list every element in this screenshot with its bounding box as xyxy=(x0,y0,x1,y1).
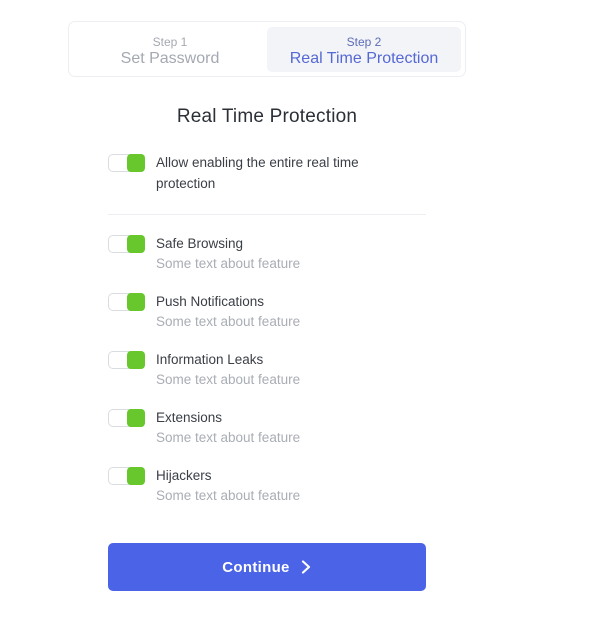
toggle-knob xyxy=(127,293,145,311)
feature-title: Information Leaks xyxy=(156,352,264,367)
feature-text: Extensions Some text about feature xyxy=(156,407,416,448)
toggle-knob xyxy=(127,235,145,253)
toggle-knob xyxy=(127,409,145,427)
hijackers-toggle[interactable] xyxy=(108,467,145,485)
feature-text: Hijackers Some text about feature xyxy=(156,465,416,506)
page-title: Real Time Protection xyxy=(176,106,358,127)
toggle-knob xyxy=(127,351,145,369)
feature-description: Some text about feature xyxy=(156,256,301,271)
step-label: Set Password xyxy=(120,50,220,67)
feature-description: Some text about feature xyxy=(156,314,301,329)
master-toggle-label: Allow enabling the entire real time prot… xyxy=(156,155,359,191)
extensions-toggle[interactable] xyxy=(108,409,145,427)
feature-text: Safe Browsing Some text about feature xyxy=(156,233,416,274)
feature-title: Extensions xyxy=(156,410,223,425)
feature-title: Safe Browsing xyxy=(156,236,244,251)
chevron-right-icon xyxy=(300,560,312,574)
step-real-time-protection[interactable]: Step 2 Real Time Protection xyxy=(267,27,461,72)
step-set-password[interactable]: Step 1 Set Password xyxy=(74,27,266,72)
master-toggle[interactable] xyxy=(108,154,145,172)
divider xyxy=(108,214,426,215)
feature-description: Some text about feature xyxy=(156,430,301,445)
toggle-knob xyxy=(127,467,145,485)
step-label: Real Time Protection xyxy=(289,50,439,67)
continue-label: Continue xyxy=(222,558,290,576)
stepper: Step 1 Set Password Step 2 Real Time Pro… xyxy=(68,21,466,77)
toggle-knob xyxy=(127,154,145,172)
feature-text: Information Leaks Some text about featur… xyxy=(156,349,416,390)
step-number: Step 1 xyxy=(152,35,188,49)
feature-description: Some text about feature xyxy=(156,372,301,387)
push-notifications-toggle[interactable] xyxy=(108,293,145,311)
step-number: Step 2 xyxy=(346,35,382,49)
feature-title: Hijackers xyxy=(156,468,212,483)
information-leaks-toggle[interactable] xyxy=(108,351,145,369)
feature-description: Some text about feature xyxy=(156,488,301,503)
continue-button[interactable]: Continue xyxy=(108,543,426,591)
feature-text: Push Notifications Some text about featu… xyxy=(156,291,416,332)
feature-title: Push Notifications xyxy=(156,294,265,309)
safe-browsing-toggle[interactable] xyxy=(108,235,145,253)
master-toggle-text: Allow enabling the entire real time prot… xyxy=(156,152,416,194)
